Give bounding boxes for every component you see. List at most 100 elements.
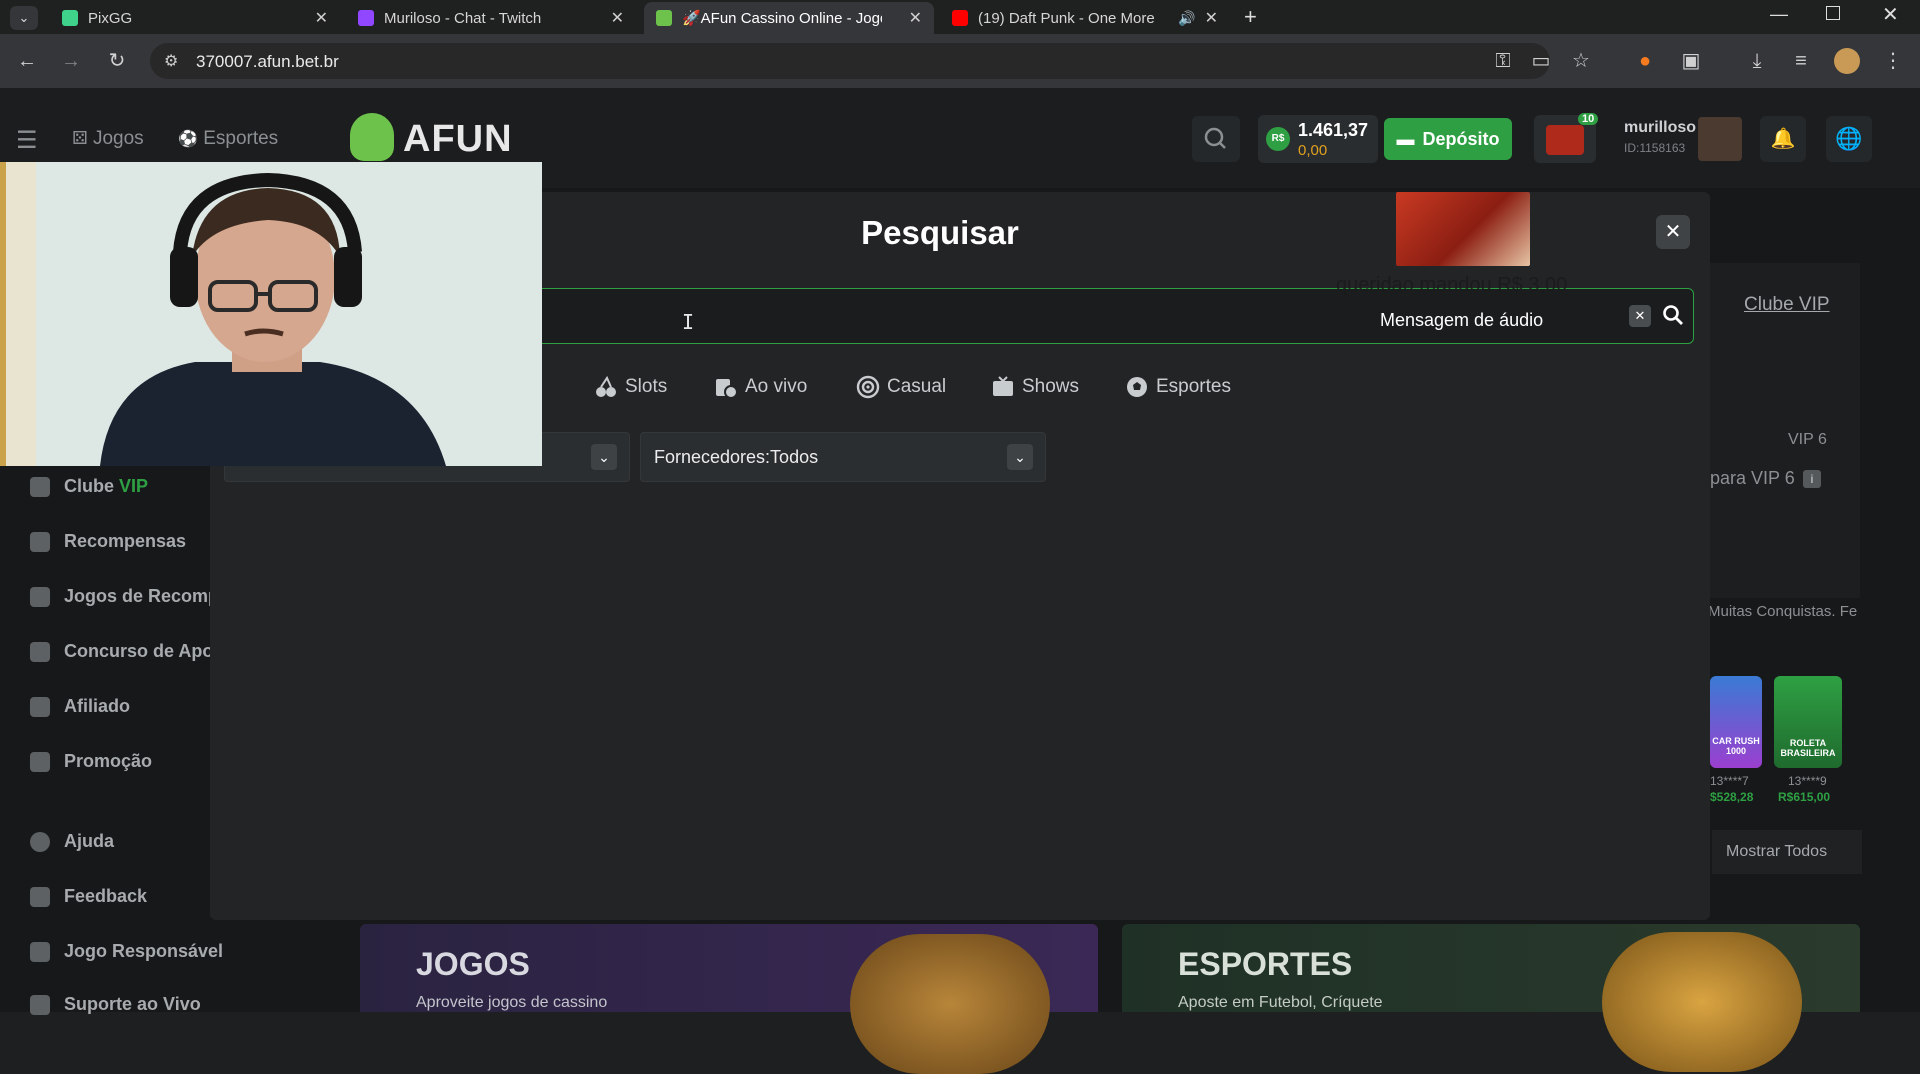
category-casual[interactable]: Casual (856, 375, 946, 399)
tab-afun[interactable]: 🚀AFun Cassino Online - Jogos ✕ (644, 2, 934, 34)
football-icon: ⚽ (178, 131, 198, 148)
site-info-icon[interactable]: ⚙ (164, 51, 178, 71)
gift-chest-button[interactable]: 10 (1534, 113, 1599, 163)
streamer-webcam-image (0, 162, 542, 466)
audio-playing-icon[interactable]: 🔊 (1178, 10, 1195, 27)
tv-icon (993, 376, 1013, 396)
install-app-icon[interactable]: ▭ (1528, 48, 1554, 74)
providers-select[interactable]: Fornecedores:Todos ⌄ (640, 432, 1046, 482)
sidebar-item-club-vip[interactable]: Clube VIP (30, 476, 148, 497)
minimize-icon[interactable]: — (1770, 4, 1788, 25)
close-tab-icon[interactable]: ✕ (315, 8, 328, 28)
sidebar-item-reward-games[interactable]: Jogos de Recomp (30, 586, 219, 607)
category-label: Casual (887, 376, 947, 397)
language-globe-icon[interactable]: 🌐 (1826, 116, 1872, 162)
extensions-puzzle-icon[interactable]: ▣ (1678, 48, 1704, 74)
vip-accent: VIP (119, 476, 149, 496)
category-slots[interactable]: Slots (594, 375, 667, 399)
afun-favicon-icon (656, 10, 672, 26)
category-sports[interactable]: Esportes (1125, 375, 1231, 399)
balance-box[interactable]: R$ 1.461,37 0,00 (1258, 115, 1378, 163)
tab-title: Muriloso - Chat - Twitch (384, 9, 542, 27)
tab-youtube[interactable]: (19) Daft Punk - One More 🔊 ✕ (940, 2, 1230, 34)
help-icon (30, 831, 50, 852)
deposit-button[interactable]: ▬ Depósito (1384, 118, 1512, 160)
tab-pixgg[interactable]: PixGG ✕ (50, 2, 340, 34)
chart-icon (30, 641, 50, 662)
search-icon[interactable] (1661, 303, 1685, 327)
live-icon (716, 379, 738, 399)
tab-twitch[interactable]: Muriloso - Chat - Twitch ✕ (346, 2, 636, 34)
donation-alert-subtext: Mensagem de áudio (1380, 310, 1544, 330)
bookmark-star-icon[interactable]: ☆ (1568, 48, 1594, 74)
nav-games-label: Jogos (92, 128, 144, 149)
games-banner[interactable]: JOGOS Aproveite jogos de cassino (360, 924, 1098, 1074)
tab-search-icon[interactable]: ⌄ (10, 6, 38, 30)
sidebar-item-label: Jogos de Recomp (64, 586, 220, 606)
game-card-title: CAR RUSH 1000 (1712, 736, 1760, 756)
sidebar-item-feedback[interactable]: Feedback (30, 886, 147, 907)
sidebar-item-label: Afiliado (64, 696, 130, 716)
clear-search-button[interactable]: ✕ (1629, 305, 1651, 327)
sidebar-item-responsible-gaming[interactable]: Jogo Responsável (30, 941, 223, 962)
chevron-down-icon[interactable]: ⌄ (1007, 444, 1033, 470)
category-shows[interactable]: Shows (991, 375, 1079, 399)
restore-icon[interactable] (1826, 6, 1840, 20)
modal-close-button[interactable]: ✕ (1656, 215, 1690, 249)
cards-icon (30, 586, 50, 607)
sports-banner[interactable]: ESPORTES Aposte em Futebol, Críquete (1122, 924, 1860, 1072)
club-vip-link[interactable]: Clube VIP (1744, 294, 1830, 316)
sidebar-item-rewards[interactable]: Recompensas (30, 531, 186, 552)
reload-icon[interactable]: ↻ (104, 48, 130, 74)
media-control-icon[interactable]: ≡ (1788, 48, 1814, 74)
sports-banner-title: ESPORTES (1178, 946, 1353, 982)
sidebar-item-betting-contest[interactable]: Concurso de Apo (30, 641, 213, 662)
youtube-favicon-icon (952, 10, 968, 26)
info-icon[interactable]: i (1803, 470, 1821, 488)
extension-fox-icon[interactable]: ● (1632, 48, 1658, 74)
menu-dots-icon[interactable]: ⋮ (1880, 48, 1906, 74)
promo-icon (30, 751, 50, 772)
close-window-icon[interactable]: ✕ (1882, 2, 1899, 27)
category-live[interactable]: Ao vivo (714, 375, 807, 399)
gift-badge: 10 (1578, 113, 1599, 125)
sidebar-item-help[interactable]: Ajuda (30, 831, 114, 852)
notification-bell-icon[interactable]: 🔔 (1760, 116, 1806, 162)
affiliate-icon (30, 696, 50, 717)
tab-title: PixGG (88, 9, 133, 27)
search-icon (1204, 127, 1226, 149)
back-icon[interactable]: ← (14, 48, 40, 74)
hamburger-menu-icon[interactable]: ☰ (16, 126, 38, 155)
sidebar-item-label: Jogo Responsável (64, 941, 224, 961)
bonus-amount: 0,00 (1298, 142, 1328, 159)
game-card[interactable]: CAR RUSH 1000 (1710, 676, 1762, 768)
sidebar-item-promotion[interactable]: Promoção (30, 751, 152, 772)
game-card[interactable]: ROLETA BRASILEIRA (1774, 676, 1842, 768)
nav-sports[interactable]: ⚽ Esportes (178, 128, 278, 150)
new-tab-icon[interactable]: + (1244, 4, 1257, 30)
show-all-button[interactable]: Mostrar Todos (1712, 830, 1862, 874)
game-card-win: $528,28 (1710, 790, 1754, 804)
url-text[interactable]: 370007.afun.bet.br (196, 52, 339, 72)
sidebar-item-label: Ajuda (64, 831, 115, 851)
close-tab-icon[interactable]: ✕ (909, 8, 922, 28)
trophy-image (1602, 932, 1802, 1072)
browser-tab-bar: ⌄ PixGG ✕ Muriloso - Chat - Twitch ✕ 🚀AF… (0, 0, 1920, 34)
forward-icon[interactable]: → (58, 48, 84, 74)
download-icon[interactable]: ⤓ (1744, 48, 1770, 74)
category-label: Ao vivo (745, 376, 808, 397)
profile-avatar[interactable] (1834, 48, 1860, 74)
game-card-player: 13****9 (1788, 774, 1827, 788)
sidebar-item-affiliate[interactable]: Afiliado (30, 696, 130, 717)
close-tab-icon[interactable]: ✕ (1205, 8, 1218, 28)
site-logo[interactable]: AFUN (403, 118, 513, 161)
address-bar[interactable]: ⚙ 370007.afun.bet.br (150, 43, 1550, 79)
close-tab-icon[interactable]: ✕ (611, 8, 624, 28)
user-profile-box[interactable]: murilloso ID:1158163 (1612, 115, 1744, 163)
nav-games[interactable]: ⚄ Jogos (72, 128, 144, 150)
chevron-down-icon[interactable]: ⌄ (591, 444, 617, 470)
password-key-icon[interactable]: ⚿ (1490, 48, 1516, 74)
pixgg-favicon-icon (62, 10, 78, 26)
target-icon (856, 375, 880, 399)
header-search-button[interactable] (1192, 116, 1240, 162)
